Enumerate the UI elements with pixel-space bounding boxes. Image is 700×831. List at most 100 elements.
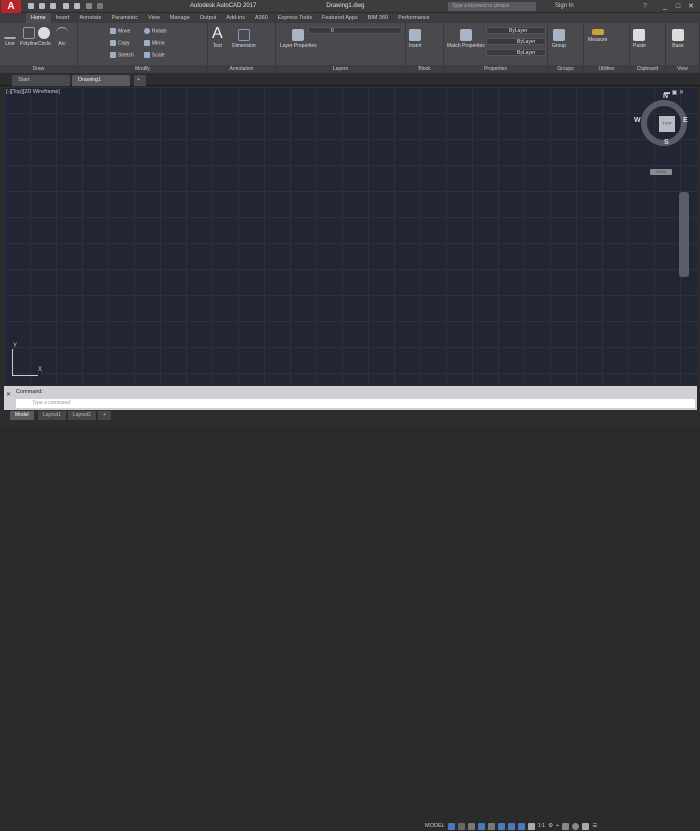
tab-drawing1[interactable]: Drawing1 (72, 75, 130, 86)
object-snap-icon[interactable] (507, 822, 515, 830)
ucs-y-label: Y (13, 343, 18, 349)
tab-bim-360[interactable]: BIM 360 (363, 13, 393, 23)
tab-start[interactable]: Start (12, 75, 70, 86)
copy-button[interactable]: Copy (110, 40, 130, 46)
mirror-button[interactable]: Mirror (144, 40, 165, 46)
open-icon[interactable] (39, 3, 45, 9)
utilities-panel-label[interactable]: Utilities (584, 65, 629, 73)
color-dropdown[interactable]: ByLayer (486, 27, 546, 34)
groups-panel-label[interactable]: Groups (548, 65, 583, 73)
plus-icon[interactable]: + (556, 823, 559, 829)
wcs-menu[interactable]: WCS (650, 169, 672, 175)
object-snap-tracking-icon[interactable] (497, 822, 505, 830)
measure-button[interactable]: Measure (588, 29, 607, 43)
snap-icon[interactable] (457, 822, 465, 830)
command-input[interactable]: Type a command (16, 399, 695, 408)
clean-screen-icon[interactable] (582, 822, 590, 830)
close-command-icon[interactable]: ✕ (6, 391, 11, 398)
tab-model[interactable]: Model (10, 411, 34, 420)
navigation-bar[interactable] (679, 192, 689, 277)
tab-layout1[interactable]: Layout1 (38, 411, 66, 420)
close-button[interactable]: ✕ (686, 2, 696, 11)
base-button[interactable]: Base (672, 29, 684, 49)
layer-dropdown[interactable]: 0 (308, 27, 402, 34)
annotation-panel-label[interactable]: Annotation (208, 65, 275, 73)
compass-south[interactable]: S (664, 139, 669, 146)
viewport-controls[interactable]: [-][Top][2D Wireframe] (6, 89, 60, 95)
view-panel-label[interactable]: View (666, 65, 699, 73)
circle-button[interactable]: Circle (38, 27, 51, 47)
grid-icon[interactable] (447, 822, 455, 830)
drawing-viewport[interactable]: [-][Top][2D Wireframe] ▬ ▣ ✕ TOP N S E W… (4, 87, 697, 385)
tab-express-tools[interactable]: Express Tools (273, 13, 317, 23)
annotation-visibility-icon[interactable] (517, 822, 525, 830)
clipboard-panel-label[interactable]: Clipboard (630, 65, 665, 73)
properties-panel: Match Properties ByLayer ByLayer ByLayer… (444, 23, 548, 73)
compass-east[interactable]: E (683, 117, 688, 124)
sign-in-link[interactable]: Sign In (555, 3, 574, 9)
hardware-acceleration-icon[interactable] (562, 822, 570, 830)
insert-button[interactable]: Insert (409, 29, 422, 49)
ribbon: Line Polyline Circle Arc Draw Move Rotat… (0, 23, 700, 73)
tab-home[interactable]: Home (26, 13, 51, 23)
paste-button[interactable]: Paste (633, 29, 646, 49)
tab-view[interactable]: View (143, 13, 165, 23)
print-icon[interactable] (74, 3, 80, 9)
viewcube[interactable]: TOP N S E W (634, 93, 688, 146)
ortho-icon[interactable] (467, 822, 475, 830)
match-properties-button[interactable]: Match Properties (447, 29, 485, 49)
tab-a360[interactable]: A360 (250, 13, 273, 23)
add-layout-button[interactable]: + (98, 411, 111, 420)
isodraft-icon[interactable] (487, 822, 495, 830)
move-button[interactable]: Move (110, 28, 130, 34)
polyline-button[interactable]: Polyline (20, 27, 38, 47)
help-icon[interactable]: ? (640, 2, 650, 11)
compass-west[interactable]: W (634, 117, 641, 124)
viewcube-top-face[interactable]: TOP (659, 116, 675, 132)
tab-output[interactable]: Output (195, 13, 222, 23)
arc-button[interactable]: Arc (56, 27, 68, 47)
line-button[interactable]: Line (4, 27, 16, 47)
dimension-button[interactable]: Dimension (232, 29, 256, 49)
clipboard-panel: Paste Clipboard (630, 23, 666, 73)
model-space-toggle[interactable]: MODEL (425, 823, 445, 829)
groups-panel: Group Groups (548, 23, 584, 73)
maximize-button[interactable]: □ (673, 2, 683, 11)
tab-add-ins[interactable]: Add-ins (221, 13, 250, 23)
block-panel-label[interactable]: Block (406, 65, 443, 73)
tab-insert[interactable]: Insert (51, 13, 75, 23)
tab-layout2[interactable]: Layout2 (68, 411, 96, 420)
new-tab-button[interactable]: + (134, 75, 146, 86)
tab-performance[interactable]: Performance (393, 13, 435, 23)
compass-north[interactable]: N (663, 93, 668, 100)
modify-panel-label[interactable]: Modify (78, 65, 207, 73)
tab-manage[interactable]: Manage (165, 13, 195, 23)
autoscale-icon[interactable] (527, 822, 535, 830)
tab-annotate[interactable]: Annotate (74, 13, 106, 23)
layers-panel-label[interactable]: Layers (276, 65, 405, 73)
tab-featured-apps[interactable]: Featured Apps (317, 13, 363, 23)
customization-menu-icon[interactable]: ☰ (592, 823, 597, 829)
draw-panel-label[interactable]: Draw (0, 65, 77, 73)
tab-parametric[interactable]: Parametric (106, 13, 143, 23)
minimize-button[interactable]: _ (660, 2, 670, 11)
redo-icon[interactable] (97, 3, 103, 9)
save-icon[interactable] (50, 3, 56, 9)
new-icon[interactable] (28, 3, 34, 9)
search-input[interactable]: Type a keyword or phrase (448, 2, 536, 11)
lineweight-dropdown[interactable]: ByLayer (486, 49, 546, 56)
rotate-button[interactable]: Rotate (144, 28, 167, 34)
gear-icon[interactable]: ⚙ (548, 823, 553, 829)
save-as-icon[interactable] (63, 3, 69, 9)
isolate-objects-icon[interactable] (572, 822, 580, 830)
scale-button[interactable]: Scale (144, 52, 165, 58)
annotation-scale[interactable]: 1:1 (538, 823, 546, 829)
properties-panel-label[interactable]: Properties (444, 65, 547, 73)
application-menu-button[interactable]: A (1, 0, 21, 13)
polar-icon[interactable] (477, 822, 485, 830)
undo-icon[interactable] (86, 3, 92, 9)
stretch-button[interactable]: Stretch (110, 52, 134, 58)
linetype-dropdown[interactable]: ByLayer (486, 38, 546, 45)
group-button[interactable]: Group (552, 29, 566, 49)
text-button[interactable]: A Text (212, 25, 223, 49)
